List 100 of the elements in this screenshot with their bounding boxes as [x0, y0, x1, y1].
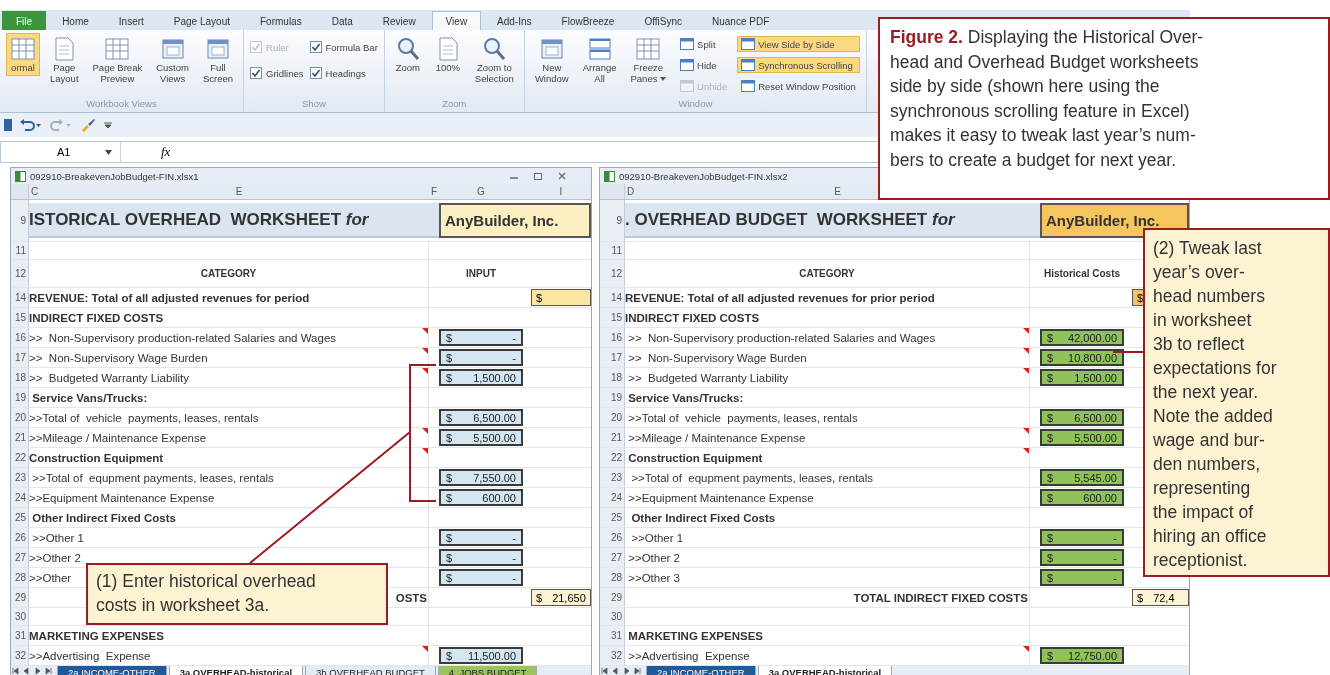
input-cell[interactable]: $ -	[439, 329, 523, 346]
ribbon-tab[interactable]: Review	[368, 11, 430, 30]
input-cell[interactable]: $ 1,500.00	[1040, 369, 1124, 386]
ribbon-tab[interactable]: FlowBreeze	[547, 11, 629, 30]
column-heading: CATEGORY	[29, 260, 429, 287]
ribbon-tab[interactable]: Home	[48, 11, 103, 30]
input-cell[interactable]: $ 7,550.00	[439, 469, 523, 486]
input-cell[interactable]: $ 600.00	[1040, 489, 1124, 506]
ribbon-tab[interactable]: Add-Ins	[483, 11, 546, 30]
window-icon	[204, 36, 231, 62]
checkbox-label[interactable]: Headings	[325, 67, 366, 79]
input-cell[interactable]: $ -	[1040, 549, 1124, 566]
save-icon[interactable]	[4, 118, 12, 132]
input-cell[interactable]: $ 6,500.00	[1040, 409, 1124, 426]
ribbon-button[interactable]: Reset Window Position	[737, 78, 860, 94]
ribbon-button[interactable]: Custom Views	[152, 33, 193, 87]
column-header[interactable]: C	[31, 186, 39, 197]
window-icon	[680, 80, 695, 92]
ribbon-button[interactable]: Freeze Panes	[626, 33, 671, 87]
ribbon-button[interactable]: Zoom	[390, 33, 425, 76]
caret-icon[interactable]	[104, 121, 112, 129]
ribbon-button[interactable]: 100%	[430, 33, 465, 76]
column-header[interactable]: E	[834, 186, 841, 197]
input-cell[interactable]: $ 12,750.00	[1040, 647, 1124, 664]
ribbon-button[interactable]: View Side by Side	[737, 36, 860, 52]
column-header[interactable]: E	[235, 186, 243, 197]
ribbon-tab[interactable]: Data	[317, 11, 367, 30]
section-label: MARKETING EXPENSES	[625, 626, 1030, 645]
row-number: 30	[11, 608, 29, 625]
input-cell[interactable]: $ 10,800.00	[1040, 349, 1124, 366]
input-cell[interactable]: $ 6,500.00	[439, 409, 523, 426]
row-number: 32	[11, 646, 29, 665]
row-number: 25	[11, 508, 29, 527]
input-cell[interactable]: $ -	[439, 569, 523, 586]
ribbon-button[interactable]: ormal	[6, 33, 40, 76]
total-label: TOTAL INDIRECT FIXED COSTS	[625, 588, 1030, 607]
checkbox[interactable]	[309, 41, 322, 53]
column-header[interactable]: F	[430, 186, 438, 197]
comment-marker-icon	[422, 428, 428, 434]
checkbox-label[interactable]: Formula Bar	[325, 41, 378, 53]
section-label: Service Vans/Trucks:	[625, 388, 1030, 407]
comment-marker-icon	[422, 368, 428, 374]
undo-icon[interactable]	[20, 118, 42, 132]
ribbon-button[interactable]: Zoom to Selection	[470, 33, 518, 87]
column-header[interactable]: G	[477, 186, 485, 197]
grid-icon	[10, 36, 36, 62]
input-cell[interactable]: $ 42,000.00	[1040, 329, 1124, 346]
input-cell[interactable]: $ -	[1040, 569, 1124, 586]
input-cell[interactable]: $ 11,500.00	[439, 647, 523, 664]
company-cell[interactable]: AnyBuilder, Inc.	[439, 203, 591, 238]
insert-function-button[interactable]: fx	[161, 144, 171, 160]
sheet-navigation-icon[interactable]	[11, 666, 55, 675]
ribbon-tab[interactable]: Formulas	[246, 11, 316, 30]
input-cell[interactable]: $ 5,545.00	[1040, 469, 1124, 486]
ribbon-button[interactable]: New Window	[530, 33, 573, 87]
ribbon-button[interactable]: Synchronous Scrolling	[737, 57, 860, 73]
comment-marker-icon	[1023, 428, 1029, 434]
company-cell[interactable]: AnyBuilder, Inc.	[1040, 203, 1189, 238]
sheet-navigation-icon[interactable]	[600, 666, 644, 675]
input-cell[interactable]: $ -	[1040, 529, 1124, 546]
table-cell: >>Mileage / Maintenance Expense	[625, 428, 1030, 447]
input-cell[interactable]: $ -	[439, 529, 523, 546]
ribbon-tab[interactable]: View	[431, 11, 482, 30]
input-cell[interactable]: $ 600.00	[439, 489, 523, 506]
ribbon-button[interactable]: Full Screen	[198, 33, 238, 87]
close-icon[interactable]	[557, 171, 567, 181]
ribbon-tab[interactable]: File	[2, 11, 47, 30]
ribbon-button[interactable]: Page Break Preview	[88, 33, 147, 87]
restore-icon[interactable]	[533, 171, 543, 181]
input-cell[interactable]: $ 5,500.00	[439, 429, 523, 446]
ribbon-tab[interactable]: OffiSync	[630, 11, 696, 30]
table-cell: >> Non-Supervisory Wage Burden	[29, 348, 429, 367]
checkbox[interactable]	[309, 67, 322, 79]
ribbon-tab[interactable]: Nuance PDF	[698, 11, 784, 30]
ribbon-button[interactable]: Hide	[676, 57, 732, 73]
comment-marker-icon	[1023, 448, 1029, 454]
caret-icon	[660, 77, 667, 82]
ribbon-button[interactable]: Page Layout	[46, 33, 83, 87]
name-box[interactable]: A1	[1, 142, 121, 162]
total-cell: $ 21,650	[531, 589, 591, 606]
brush-icon[interactable]	[80, 118, 96, 132]
input-cell[interactable]: $ -	[439, 549, 523, 566]
checkbox[interactable]	[250, 67, 263, 79]
comment-marker-icon	[422, 448, 428, 454]
ribbon-tab[interactable]: Insert	[104, 11, 158, 30]
column-header[interactable]: I	[559, 186, 563, 197]
table-cell: >>Other 3	[625, 568, 1030, 587]
input-cell[interactable]: $ 1,500.00	[439, 369, 523, 386]
window-icon	[741, 59, 756, 71]
row-number: 15	[600, 308, 625, 327]
input-cell[interactable]: $ -	[439, 349, 523, 366]
ribbon-button[interactable]: Split	[676, 36, 732, 52]
row-number: 9	[11, 200, 29, 241]
ribbon-button[interactable]: Arrange All	[578, 33, 621, 87]
table-cell: REVENUE: Total of all adjusted revenues for period	[29, 288, 429, 307]
ribbon-tab[interactable]: Page Layout	[159, 11, 244, 30]
input-cell[interactable]: $ 5,500.00	[1040, 429, 1124, 446]
row-number: 17	[11, 348, 29, 367]
checkbox-label[interactable]: Gridlines	[266, 67, 304, 79]
column-header[interactable]: D	[627, 186, 635, 197]
